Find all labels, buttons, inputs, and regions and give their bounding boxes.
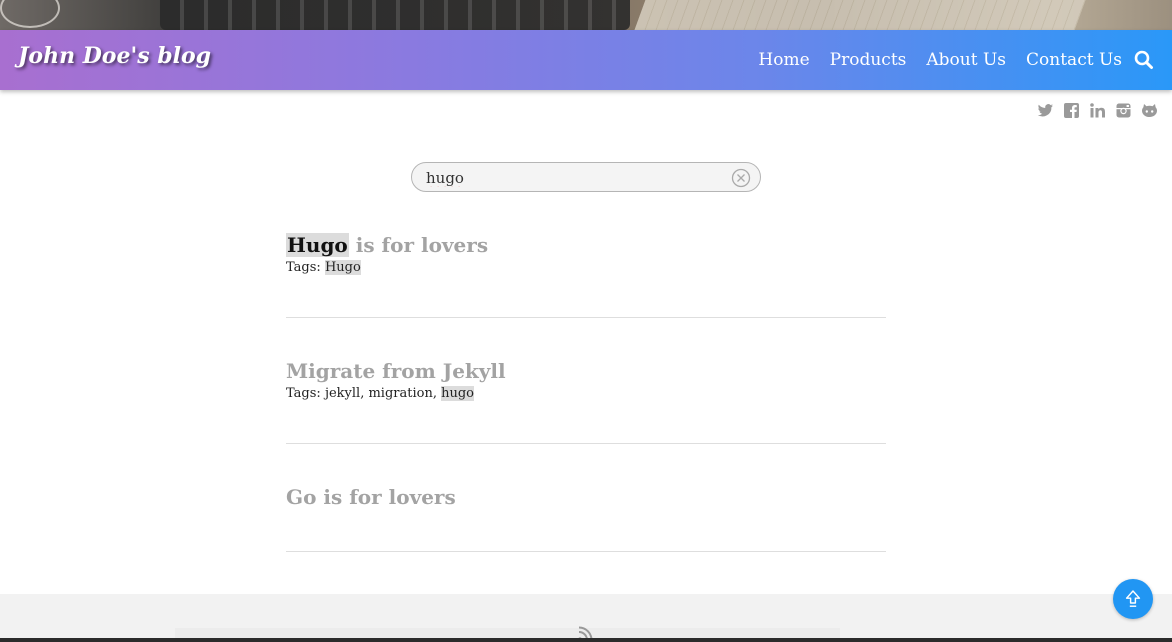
social-links (1037, 102, 1158, 119)
tag-link-hugo[interactable]: Hugo (324, 260, 361, 275)
result-item: Hugo is for lovers Tags: Hugo (286, 230, 886, 318)
result-item: Go is for lovers (286, 444, 886, 552)
search-highlight: Hugo (286, 233, 349, 257)
result-title-link[interactable]: Hugo is for lovers (286, 233, 488, 257)
search-box (411, 162, 761, 192)
facebook-icon[interactable] (1063, 102, 1080, 119)
tags-label: Tags: (286, 260, 321, 275)
nav-menu: Home Products About Us Contact Us (758, 30, 1122, 90)
arrow-up-icon (1125, 590, 1141, 607)
tag-link-jekyll[interactable]: jekyll (325, 386, 360, 401)
nav-about-us[interactable]: About Us (926, 50, 1006, 70)
back-to-top-button[interactable] (1113, 579, 1153, 619)
instagram-icon[interactable] (1115, 102, 1132, 119)
header-background-image (0, 0, 1172, 30)
nav-home[interactable]: Home (758, 50, 809, 70)
tag-link-hugo[interactable]: hugo (441, 386, 474, 401)
github-icon[interactable] (1141, 102, 1158, 119)
site-brand[interactable]: John Doe's blog (18, 43, 211, 69)
tags-label: Tags: (286, 386, 321, 401)
search-input[interactable] (426, 168, 726, 188)
nav-contact-us[interactable]: Contact Us (1026, 50, 1122, 70)
tag-link-migration[interactable]: migration (368, 386, 432, 401)
coffee-cup-decoration (0, 0, 60, 28)
search-results: Hugo is for lovers Tags: Hugo Migrate fr… (286, 230, 886, 552)
nav-products[interactable]: Products (830, 50, 907, 70)
result-item: Migrate from Jekyll Tags: jekyll, migrat… (286, 318, 886, 444)
page-footer (0, 594, 1172, 642)
result-title-link[interactable]: Go is for lovers (286, 485, 456, 509)
clear-icon[interactable] (731, 168, 751, 188)
keyboard-decoration (160, 0, 630, 30)
result-title-text: is for lovers (348, 233, 489, 257)
result-title-link[interactable]: Migrate from Jekyll (286, 359, 506, 383)
result-tags: Tags: jekyll, migration, hugo (286, 386, 474, 401)
search-icon[interactable] (1134, 50, 1154, 70)
twitter-icon[interactable] (1037, 102, 1054, 119)
bottom-bar (0, 638, 1172, 642)
notebook-decoration (634, 0, 1086, 30)
top-navbar: John Doe's blog Home Products About Us C… (0, 30, 1172, 90)
result-tags: Tags: Hugo (286, 260, 886, 276)
linkedin-icon[interactable] (1089, 102, 1106, 119)
